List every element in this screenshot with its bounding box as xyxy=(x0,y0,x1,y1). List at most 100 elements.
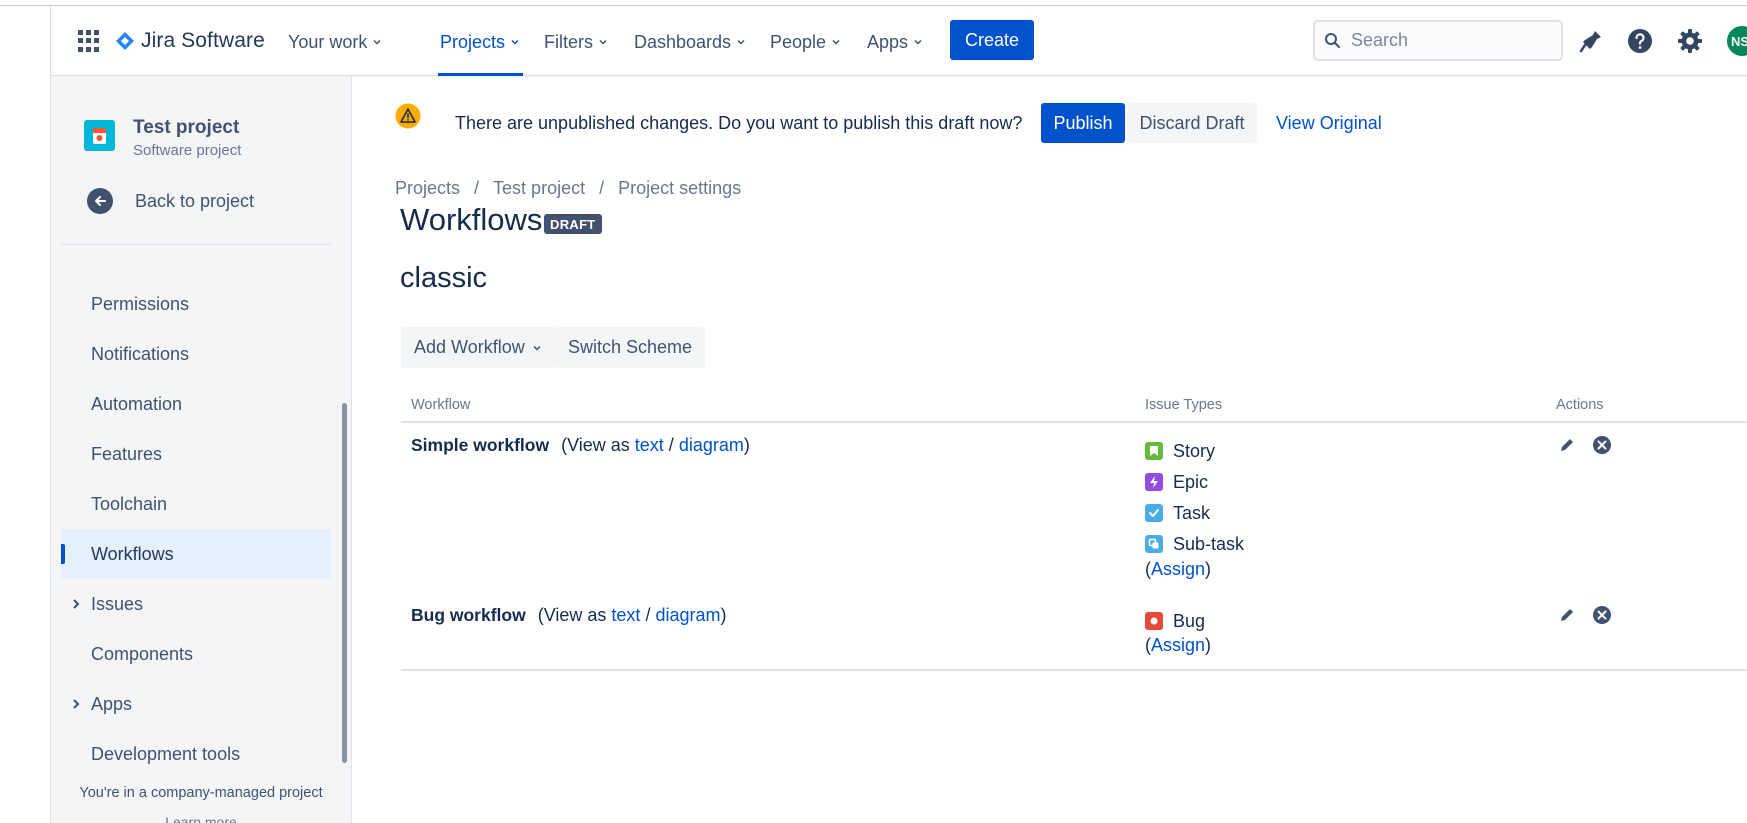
issue-type-epic: Epic xyxy=(1145,469,1208,495)
chevron-down-icon xyxy=(511,39,519,45)
assign-link[interactable]: Assign xyxy=(1151,635,1205,655)
view-original-link[interactable]: View Original xyxy=(1276,113,1382,134)
view-as-links: (View as text / diagram) xyxy=(561,435,750,456)
breadcrumb-project-settings[interactable]: Project settings xyxy=(618,178,741,199)
issue-type-label: Task xyxy=(1173,502,1211,523)
table-row: Bug workflow (View as text / diagram) xyxy=(411,605,726,626)
nav-your-work[interactable]: Your work xyxy=(288,26,382,58)
sidebar-item-features[interactable]: Features xyxy=(61,429,331,479)
user-avatar[interactable]: NS xyxy=(1727,26,1747,56)
search-input[interactable] xyxy=(1351,30,1551,51)
edit-pencil-icon[interactable] xyxy=(1557,435,1577,455)
view-as-prefix: (View as xyxy=(537,605,612,625)
view-as-suffix: ) xyxy=(743,435,750,455)
add-workflow-button[interactable]: Add Workflow xyxy=(401,327,555,368)
table-bottom-divider xyxy=(401,669,1747,671)
issue-type-subtask: Sub-task xyxy=(1145,531,1244,557)
top-navigation: Jira Software Your work Projects Filters… xyxy=(51,6,1747,76)
sidebar-scrollbar[interactable] xyxy=(342,403,347,763)
chevron-down-icon xyxy=(832,39,840,45)
search-box[interactable] xyxy=(1313,20,1563,61)
table-header-divider xyxy=(401,421,1747,423)
sidebar-item-label: Apps xyxy=(91,693,133,714)
column-header-issue-types: Issue Types xyxy=(1145,397,1223,413)
nav-projects[interactable]: Projects xyxy=(440,26,520,58)
settings-gear-icon[interactable] xyxy=(1677,28,1703,54)
sidebar-footer-text: You're in a company-managed project xyxy=(79,785,323,801)
sidebar-item-label: Features xyxy=(91,443,163,464)
nav-label: People xyxy=(770,31,827,52)
create-button[interactable]: Create xyxy=(950,20,1034,60)
remove-circle-icon[interactable] xyxy=(1592,435,1612,455)
active-nav-indicator xyxy=(438,73,523,76)
nav-filters[interactable]: Filters xyxy=(544,26,608,58)
project-avatar-icon xyxy=(93,128,106,144)
view-as-suffix: ) xyxy=(720,605,727,625)
sidebar-item-label: Issues xyxy=(91,593,144,614)
project-type: Software project xyxy=(133,142,242,159)
project-name: Test project xyxy=(133,117,240,138)
nav-label: Dashboards xyxy=(634,31,732,52)
publish-button[interactable]: Publish xyxy=(1041,103,1125,143)
sidebar-item-label: Automation xyxy=(91,393,183,414)
task-icon xyxy=(1145,504,1163,522)
remove-circle-icon[interactable] xyxy=(1592,605,1612,625)
back-to-project-link[interactable]: Back to project xyxy=(87,186,254,216)
view-as-diagram-link[interactable]: diagram xyxy=(655,605,720,625)
sidebar-item-label: Workflows xyxy=(91,543,174,564)
breadcrumb-test-project[interactable]: Test project xyxy=(493,178,585,199)
edit-pencil-icon[interactable] xyxy=(1557,605,1577,625)
notifications-icon[interactable] xyxy=(1578,28,1604,54)
scheme-name: classic xyxy=(400,262,488,294)
sidebar-item-toolchain[interactable]: Toolchain xyxy=(61,479,331,529)
nav-label: Projects xyxy=(440,31,506,52)
issue-type-label: Sub-task xyxy=(1173,533,1245,554)
sidebar-item-label: Permissions xyxy=(91,293,190,314)
assign-link[interactable]: Assign xyxy=(1151,559,1205,579)
sidebar-item-label: Toolchain xyxy=(91,493,168,514)
sidebar-item-apps[interactable]: Apps xyxy=(61,679,331,729)
breadcrumb-projects[interactable]: Projects xyxy=(395,178,460,199)
nav-apps[interactable]: Apps xyxy=(867,26,923,58)
nav-people[interactable]: People xyxy=(770,26,841,58)
view-as-text-link[interactable]: text xyxy=(611,605,640,625)
chevron-down-icon xyxy=(599,39,607,45)
sidebar-item-notifications[interactable]: Notifications xyxy=(61,329,331,379)
view-as-prefix: (View as xyxy=(561,435,635,455)
app-switcher-icon[interactable] xyxy=(78,30,100,52)
switch-scheme-button[interactable]: Switch Scheme xyxy=(555,327,706,368)
sidebar-item-components[interactable]: Components xyxy=(61,629,331,679)
draft-banner-message: There are unpublished changes. Do you wa… xyxy=(455,113,1023,133)
sidebar-item-issues[interactable]: Issues xyxy=(61,579,331,629)
sidebar-item-label: Components xyxy=(91,643,194,664)
selected-indicator xyxy=(61,544,65,564)
view-as-text-link[interactable]: text xyxy=(635,435,664,455)
sidebar-item-label: Development tools xyxy=(91,743,241,764)
chevron-down-icon xyxy=(373,39,381,45)
subtask-icon xyxy=(1145,535,1163,553)
jira-diamond-icon xyxy=(116,32,134,50)
column-header-workflow: Workflow xyxy=(411,397,471,413)
sidebar-footer-link[interactable]: Learn more xyxy=(51,814,351,823)
sidebar-item-development-tools[interactable]: Development tools xyxy=(61,729,331,779)
jira-logo[interactable]: Jira Software xyxy=(115,28,265,54)
workflow-name: Bug workflow xyxy=(411,605,526,625)
sidebar-item-workflows[interactable]: Workflows xyxy=(61,529,331,579)
page-title: Workflows xyxy=(400,202,543,237)
chevron-down-icon xyxy=(533,345,541,351)
epic-icon xyxy=(1145,473,1163,491)
workflow-name: Simple workflow xyxy=(411,435,550,455)
view-as-diagram-link[interactable]: diagram xyxy=(679,435,744,455)
nav-dashboards[interactable]: Dashboards xyxy=(634,26,746,58)
arrow-left-icon xyxy=(87,188,113,214)
assign-issue-types: (Assign) xyxy=(1145,635,1212,655)
discard-draft-button[interactable]: Discard Draft xyxy=(1127,103,1257,143)
add-workflow-label: Add Workflow xyxy=(414,337,525,357)
sidebar-item-permissions[interactable]: Permissions xyxy=(61,279,331,329)
nav-label: Filters xyxy=(544,31,593,52)
sidebar-divider xyxy=(61,244,331,245)
help-icon[interactable] xyxy=(1627,28,1653,54)
sidebar-item-automation[interactable]: Automation xyxy=(61,379,331,429)
issue-type-bug: Bug xyxy=(1145,608,1205,634)
search-icon xyxy=(1325,33,1340,48)
